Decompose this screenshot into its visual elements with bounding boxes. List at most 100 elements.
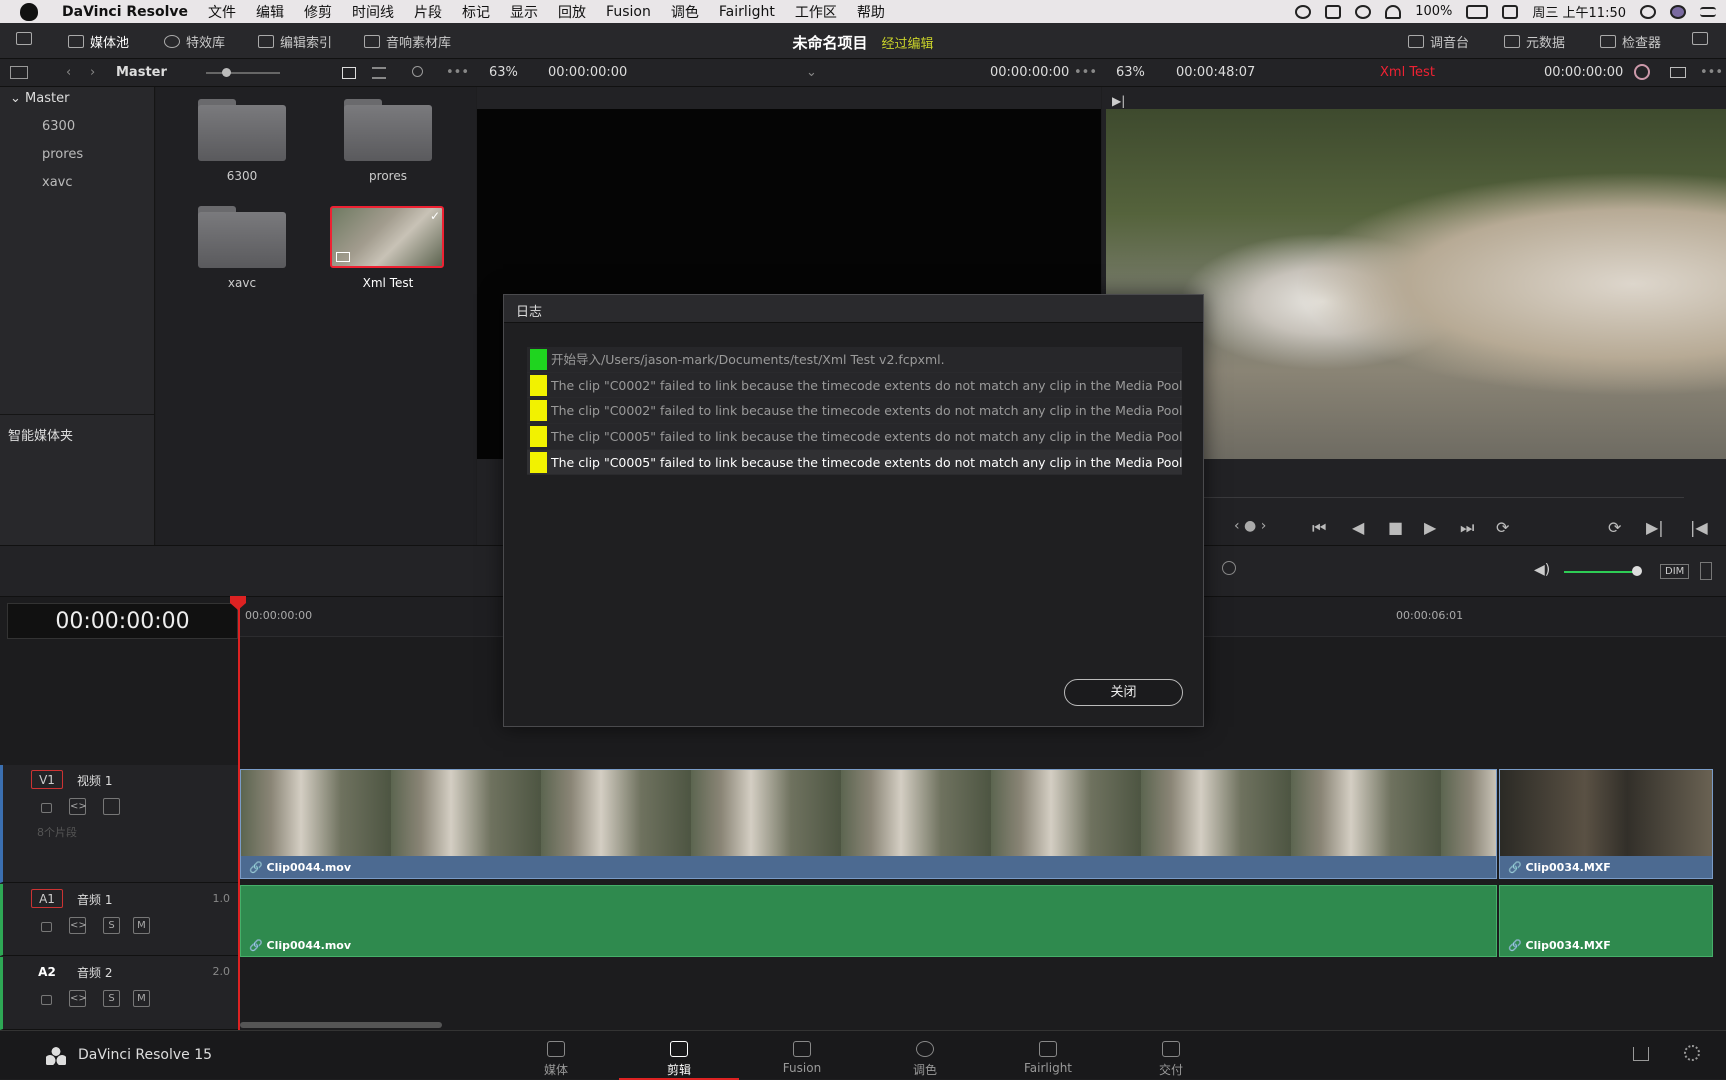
more-options-icon[interactable]: ••• (446, 65, 469, 80)
apple-icon[interactable] (20, 2, 38, 21)
track-visibility-icon[interactable] (103, 798, 120, 815)
folder-prores-icon[interactable] (344, 99, 432, 161)
settings-gear-icon[interactable] (1684, 1045, 1700, 1061)
scrubber-bar[interactable] (1204, 497, 1684, 498)
playhead[interactable] (238, 597, 240, 1030)
record-icon[interactable] (1295, 4, 1312, 19)
lock-icon[interactable] (41, 922, 52, 932)
list-view-icon[interactable] (372, 67, 386, 79)
track-header-v1[interactable]: V1 视频 1 <> 8个片段 (0, 765, 238, 883)
menu-view[interactable]: 显示 (500, 2, 548, 22)
loop-icon[interactable]: ⟳ (1496, 518, 1509, 537)
mute-button[interactable]: M (133, 990, 150, 1007)
thumb-size-handle[interactable] (222, 68, 231, 77)
go-to-start-icon[interactable]: ▶| (1112, 94, 1125, 108)
cloud-icon[interactable] (1355, 4, 1372, 19)
timeline-thumbnail[interactable]: ✓ (330, 206, 444, 268)
dim-button[interactable]: DIM (1660, 564, 1690, 579)
tab-fusion[interactable]: Fusion (742, 1031, 862, 1080)
volume-icon[interactable]: ◀) (1534, 562, 1550, 578)
lock-icon[interactable] (41, 803, 52, 813)
stop-icon[interactable]: ■ (1388, 518, 1403, 537)
log-row[interactable]: The clip "C0002" failed to link because … (527, 398, 1182, 425)
close-button[interactable]: 关闭 (1064, 679, 1183, 706)
volume-slider[interactable] (1564, 571, 1638, 573)
color-wheel-icon[interactable] (1634, 64, 1650, 80)
auto-select-icon[interactable]: <> (69, 917, 87, 934)
log-row[interactable]: The clip "C0002" failed to link because … (527, 372, 1182, 399)
menu-edit[interactable]: 编辑 (246, 2, 294, 22)
next-edit-icon[interactable]: ▶| (1646, 518, 1664, 537)
search-icon[interactable] (412, 66, 423, 77)
timeline-zoom[interactable]: 63% (1116, 65, 1145, 80)
solo-button[interactable]: S (103, 990, 120, 1007)
log-row[interactable]: The clip "C0005" failed to link because … (527, 449, 1182, 476)
audio-clip[interactable]: 🔗 Clip0034.MXF (1499, 885, 1713, 957)
play-icon[interactable]: ▶ (1424, 518, 1436, 537)
mixer-button[interactable]: 调音台 (1408, 32, 1469, 51)
home-icon[interactable] (1633, 1047, 1649, 1061)
video-clip[interactable]: 🔗 Clip0044.mov (240, 769, 1497, 879)
prev-edit-icon[interactable]: |◀ (1690, 518, 1708, 537)
solo-button[interactable]: S (103, 917, 120, 934)
auto-select-icon[interactable]: <> (69, 798, 87, 815)
back-icon[interactable]: ‹ (66, 65, 71, 80)
tab-deliver[interactable]: 交付 (1111, 1031, 1231, 1080)
menu-color[interactable]: 调色 (661, 2, 709, 22)
folder-xavc-icon[interactable] (198, 206, 286, 268)
menu-file[interactable]: 文件 (198, 2, 246, 22)
source-clip-dropdown-icon[interactable]: ⌄ (806, 65, 817, 80)
menu-help[interactable]: 帮助 (847, 2, 895, 22)
battery-icon[interactable] (1466, 4, 1489, 19)
skip-to-end-icon[interactable]: ⏭ (1460, 518, 1474, 538)
zoom-in-icon[interactable] (1222, 561, 1236, 575)
menu-trim[interactable]: 修剪 (294, 2, 342, 22)
bin-root[interactable]: ⌄ Master (10, 91, 165, 106)
viewer-mode-icon[interactable] (1670, 67, 1686, 78)
tab-media[interactable]: 媒体 (496, 1031, 616, 1080)
volume-handle[interactable] (1632, 566, 1642, 576)
menu-clip[interactable]: 片段 (404, 2, 452, 22)
log-row[interactable]: 开始导入/Users/jason-mark/Documents/test/Xml… (527, 347, 1182, 373)
folder-6300-icon[interactable] (198, 99, 286, 161)
reverse-play-icon[interactable]: ◀ (1352, 518, 1364, 537)
input-method-icon[interactable] (1502, 4, 1519, 19)
sidebar-toggle-icon[interactable] (10, 66, 28, 79)
tab-fairlight[interactable]: Fairlight (988, 1031, 1108, 1080)
control-center-icon[interactable] (1700, 6, 1716, 17)
mute-button[interactable]: M (133, 917, 150, 934)
menu-fusion[interactable]: Fusion (596, 4, 661, 20)
menu-workspace[interactable]: 工作区 (785, 2, 847, 22)
metadata-button[interactable]: 元数据 (1504, 32, 1565, 51)
source-zoom[interactable]: 63% (489, 65, 518, 80)
video-clip[interactable]: 🔗 Clip0034.MXF (1499, 769, 1713, 879)
timeline-timecode-display[interactable]: 00:00:00:00 (7, 603, 238, 639)
track-badge[interactable]: V1 (31, 770, 63, 789)
log-row[interactable]: The clip "C0005" failed to link because … (527, 424, 1182, 450)
viewer-more-icon[interactable]: ••• (1700, 65, 1723, 80)
timeline-scrollbar[interactable] (240, 1022, 442, 1028)
menu-app-name[interactable]: DaVinci Resolve (52, 4, 198, 20)
grid-view-icon[interactable] (342, 67, 356, 79)
collapse-icon[interactable] (1692, 32, 1708, 45)
skip-to-start-icon[interactable]: ⏮ (1312, 518, 1326, 538)
audio-clip[interactable]: 🔗 Clip0044.mov (240, 885, 1497, 957)
forward-icon[interactable]: › (90, 65, 95, 80)
menu-mark[interactable]: 标记 (452, 2, 500, 22)
source-more-icon[interactable]: ••• (1074, 65, 1097, 80)
meter-icon[interactable] (1700, 562, 1712, 580)
tab-edit[interactable]: 剪辑 (619, 1031, 739, 1080)
lock-icon[interactable] (41, 995, 52, 1005)
auto-select-icon[interactable]: <> (69, 990, 87, 1007)
track-badge[interactable]: A1 (31, 889, 63, 908)
match-frame-icon[interactable]: ⟳ (1608, 518, 1621, 537)
timeline-name[interactable]: Xml Test (1380, 65, 1435, 80)
menu-timeline[interactable]: 时间线 (342, 2, 404, 22)
thumb-size-slider[interactable] (206, 72, 280, 74)
track-header-a2[interactable]: A2 音频 2 2.0 <> S M (0, 957, 238, 1030)
track-badge[interactable]: A2 (31, 962, 63, 981)
notification-icon[interactable] (1325, 4, 1342, 19)
menu-playback[interactable]: 回放 (548, 2, 596, 22)
tab-color[interactable]: 调色 (865, 1031, 985, 1080)
clock[interactable]: 周三 上午11:50 (1532, 2, 1626, 21)
